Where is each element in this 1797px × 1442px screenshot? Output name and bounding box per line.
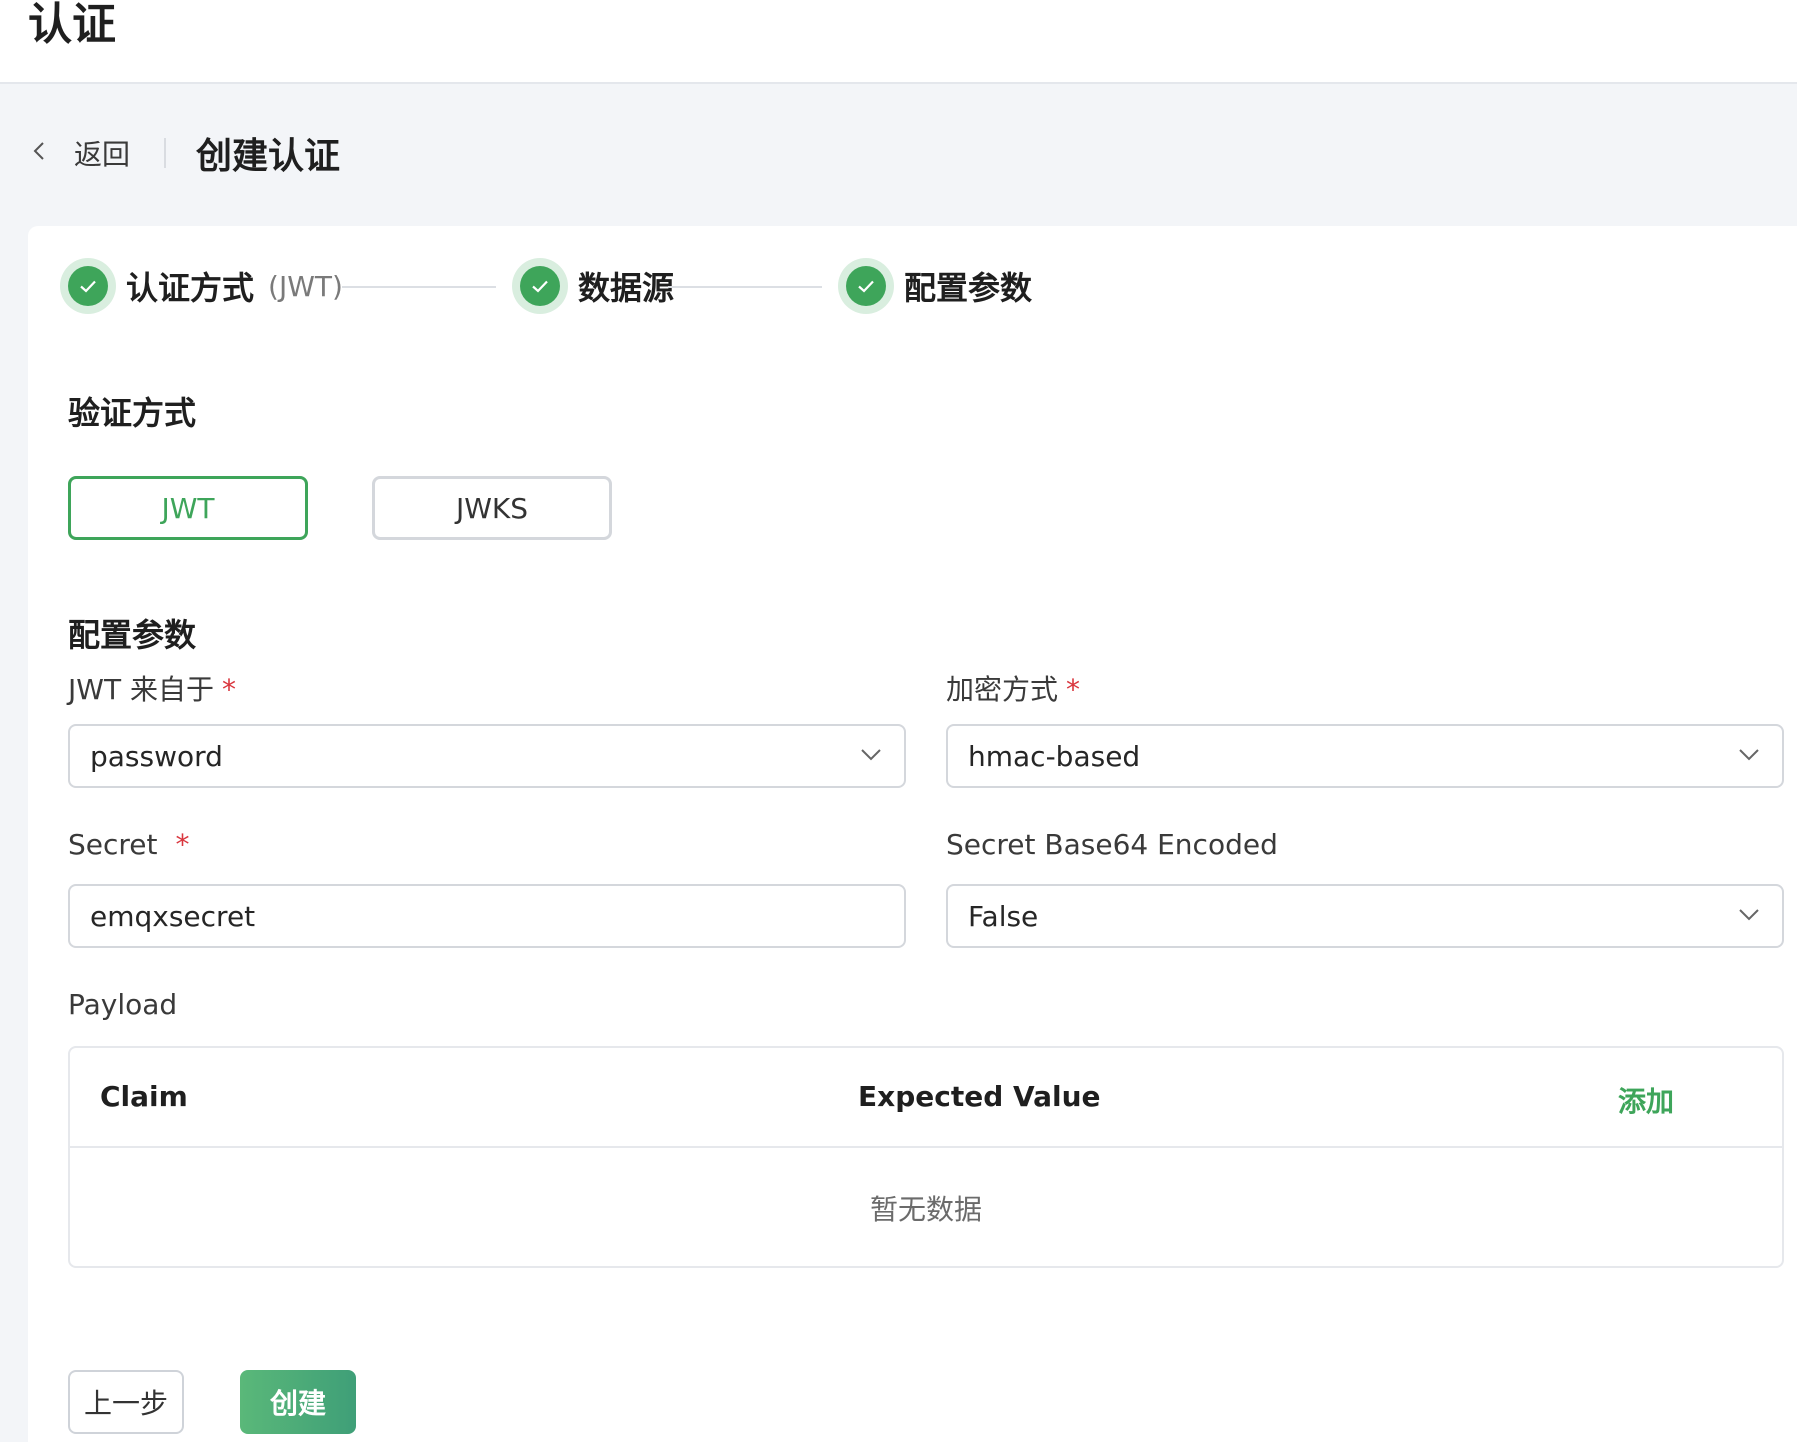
method-jwt-button[interactable]: JWT bbox=[68, 476, 308, 540]
required-mark: * bbox=[175, 828, 190, 861]
step-connector bbox=[342, 286, 496, 288]
verify-method-title: 验证方式 bbox=[68, 394, 197, 432]
chevron-down-icon bbox=[1736, 901, 1762, 931]
prev-step-button[interactable]: 上一步 bbox=[68, 1370, 184, 1434]
back-label: 返回 bbox=[74, 138, 131, 171]
secret-input[interactable]: emqxsecret bbox=[68, 884, 906, 948]
breadcrumb: 返回 创建认证 bbox=[28, 128, 340, 178]
steps: 认证方式 (JWT) 数据源 配置参数 bbox=[60, 256, 1260, 316]
config-title: 配置参数 bbox=[68, 616, 197, 654]
create-auth-card: 认证方式 (JWT) 数据源 配置参数 验证方式 JWT JWKS 配置参数 J… bbox=[28, 226, 1797, 1442]
step-connector bbox=[668, 286, 822, 288]
algorithm-label: 加密方式 * bbox=[946, 668, 1080, 708]
check-circle-icon bbox=[60, 258, 116, 314]
step-sub: (JWT) bbox=[268, 269, 343, 303]
algorithm-select[interactable]: hmac-based bbox=[946, 724, 1784, 788]
required-mark: * bbox=[221, 673, 236, 706]
secret-base64-select[interactable]: False bbox=[946, 884, 1784, 948]
check-circle-icon bbox=[512, 258, 568, 314]
add-claim-button[interactable]: 添加 bbox=[1618, 1080, 1674, 1120]
required-mark: * bbox=[1066, 673, 1081, 706]
jwt-from-select[interactable]: password bbox=[68, 724, 906, 788]
create-button[interactable]: 创建 bbox=[240, 1370, 356, 1434]
step-data-source: 数据源 bbox=[512, 256, 674, 316]
app-title: 认证 bbox=[28, 0, 116, 50]
page-title: 创建认证 bbox=[196, 136, 341, 177]
payload-label: Payload bbox=[68, 988, 178, 1021]
chevron-left-icon bbox=[28, 139, 52, 167]
step-label: 数据源 bbox=[578, 269, 675, 307]
empty-state: 暂无数据 bbox=[869, 1193, 982, 1226]
algorithm-label-text: 加密方式 bbox=[946, 673, 1059, 706]
payload-table: Claim Expected Value 添加 暂无数据 bbox=[68, 1046, 1784, 1268]
jwt-from-value: password bbox=[90, 739, 223, 773]
step-label: 配置参数 bbox=[904, 269, 1033, 307]
method-jwks-button[interactable]: JWKS bbox=[372, 476, 612, 540]
secret-base64-value: False bbox=[968, 899, 1039, 933]
back-link[interactable]: 返回 bbox=[28, 133, 130, 173]
step-config: 配置参数 bbox=[838, 256, 1032, 316]
check-circle-icon bbox=[838, 258, 894, 314]
secret-label: Secret * bbox=[68, 828, 190, 861]
top-bar: 认证 bbox=[0, 0, 1797, 84]
secret-label-text: Secret bbox=[68, 828, 158, 861]
column-expected-value: Expected Value bbox=[858, 1080, 1101, 1113]
algorithm-value: hmac-based bbox=[968, 739, 1141, 773]
secret-base64-label: Secret Base64 Encoded bbox=[946, 828, 1278, 861]
jwt-from-label-text: JWT 来自于 bbox=[68, 673, 214, 706]
column-claim: Claim bbox=[100, 1080, 188, 1113]
breadcrumb-divider bbox=[164, 138, 167, 168]
chevron-down-icon bbox=[1736, 741, 1762, 771]
step-auth-method: 认证方式 (JWT) bbox=[60, 256, 343, 316]
chevron-down-icon bbox=[858, 741, 884, 771]
secret-value: emqxsecret bbox=[90, 899, 256, 933]
jwt-from-label: JWT 来自于 * bbox=[68, 668, 236, 708]
step-label: 认证方式 bbox=[126, 269, 255, 307]
table-header: Claim Expected Value 添加 bbox=[70, 1048, 1782, 1148]
